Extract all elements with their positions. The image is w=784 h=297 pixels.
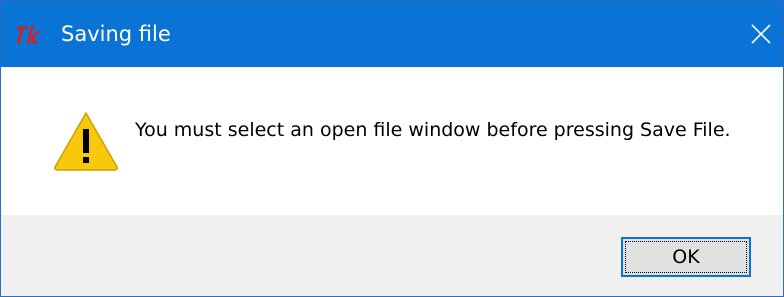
tk-feather-icon xyxy=(15,23,43,47)
close-button[interactable] xyxy=(737,1,783,67)
ok-button-label: OK xyxy=(672,246,700,268)
button-bar: OK xyxy=(1,215,783,296)
dialog-content: You must select an open file window befo… xyxy=(1,67,783,215)
close-icon xyxy=(751,24,771,44)
ok-button[interactable]: OK xyxy=(621,237,751,277)
warning-icon xyxy=(51,109,121,173)
title-bar[interactable]: Saving file xyxy=(1,1,783,67)
window-title: Saving file xyxy=(61,22,171,46)
dialog-message: You must select an open file window befo… xyxy=(135,119,731,141)
dialog-window: Saving file You must select an open file… xyxy=(0,0,784,297)
